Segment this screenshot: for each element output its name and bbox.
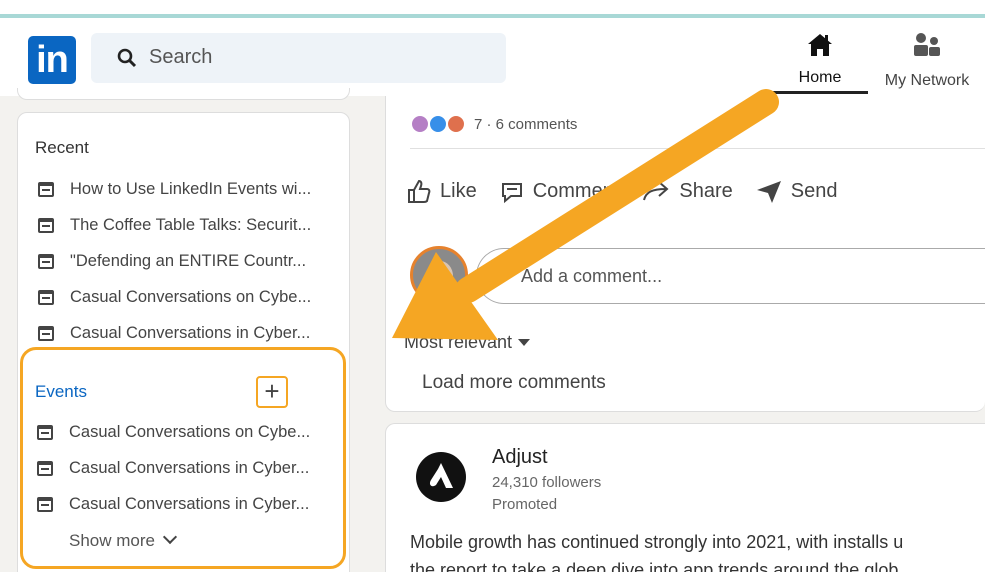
- calendar-icon: [37, 424, 53, 440]
- send-icon: [756, 181, 781, 203]
- like-button[interactable]: Like: [406, 178, 477, 204]
- post-actions: Like Comment Share Send: [406, 178, 860, 204]
- event-item-label: Casual Conversations in Cyber...: [69, 494, 310, 513]
- recent-item-label: "Defending an ENTIRE Countr...: [70, 251, 307, 270]
- home-icon: [808, 34, 832, 56]
- divider: [410, 148, 985, 149]
- ad-text: Mobile growth has continued strongly int…: [410, 532, 904, 552]
- stripe-line: [0, 14, 985, 18]
- list-item[interactable]: Casual Conversations in Cyber...: [37, 450, 337, 486]
- comment-icon: [501, 183, 522, 204]
- show-more-label: Show more: [69, 531, 155, 550]
- search-icon: [117, 48, 137, 68]
- avatar-body: [419, 289, 463, 301]
- recent-item-label: Casual Conversations in Cyber...: [70, 323, 311, 342]
- calendar-icon: [38, 217, 54, 233]
- recent-item-label: Casual Conversations on Cybe...: [70, 287, 312, 306]
- ad-text-line2: the report to take a deep dive into app …: [410, 560, 899, 572]
- calendar-icon: [37, 460, 53, 476]
- add-event-button[interactable]: +: [256, 376, 288, 408]
- caret-down-icon: [518, 339, 531, 346]
- list-item[interactable]: Casual Conversations on Cybe...: [37, 414, 337, 450]
- search-placeholder: Search: [149, 46, 213, 68]
- calendar-icon: [37, 496, 53, 512]
- linkedin-logo[interactable]: in: [28, 36, 76, 84]
- insightful-reaction-icon: [410, 114, 430, 134]
- comment-placeholder: Add a comment...: [521, 266, 663, 286]
- list-item[interactable]: Casual Conversations in Cyber...: [37, 486, 337, 522]
- avatar-face: [427, 261, 453, 291]
- adjust-logo-mark: [429, 463, 453, 488]
- nav-home-label: Home: [798, 69, 842, 86]
- reactions-summary[interactable]: 7 · 6 comments: [410, 114, 577, 134]
- events-list: Casual Conversations on Cybe... Casual C…: [37, 414, 337, 522]
- search-input[interactable]: Search: [91, 33, 506, 83]
- like-reaction-icon: [428, 114, 448, 134]
- ad-card: Adjust 24,310 followers Promoted Mobile …: [385, 423, 985, 572]
- list-item[interactable]: The Coffee Table Talks: Securit...: [38, 207, 348, 243]
- sort-dropdown[interactable]: Most relevant: [404, 332, 531, 353]
- post-card: 7 · 6 comments Like Comment Share Send A…: [385, 96, 985, 412]
- avatar[interactable]: [410, 246, 468, 304]
- promoted-label: Promoted: [492, 496, 558, 513]
- list-item[interactable]: Casual Conversations on Cybe...: [38, 279, 348, 315]
- list-item[interactable]: Casual Conversations in Cyber...: [38, 315, 348, 351]
- comment-input[interactable]: Add a comment...: [476, 248, 985, 304]
- calendar-icon: [38, 325, 54, 341]
- share-label: Share: [679, 179, 733, 202]
- adjust-logo[interactable]: [416, 452, 466, 502]
- show-more-button[interactable]: Show more: [69, 529, 178, 551]
- profile-card-bottom: [17, 88, 350, 100]
- sort-label: Most relevant: [404, 332, 513, 352]
- recent-list: How to Use LinkedIn Events wi... The Cof…: [38, 171, 348, 351]
- list-item[interactable]: How to Use LinkedIn Events wi...: [38, 171, 348, 207]
- nav-my-network[interactable]: My Network: [872, 28, 982, 94]
- comment-button[interactable]: Comment: [499, 178, 620, 204]
- calendar-icon: [38, 181, 54, 197]
- share-button[interactable]: Share: [641, 178, 733, 204]
- advertiser-name[interactable]: Adjust: [492, 446, 548, 469]
- top-navbar: in Search Home My Network: [0, 22, 985, 96]
- recent-item-label: The Coffee Table Talks: Securit...: [70, 215, 312, 234]
- reaction-count: 7 · 6 comments: [474, 115, 578, 133]
- event-item-label: Casual Conversations in Cyber...: [69, 458, 310, 477]
- network-icon: [914, 33, 940, 56]
- like-label: Like: [440, 179, 477, 202]
- nav-home[interactable]: Home: [772, 28, 868, 94]
- send-label: Send: [790, 179, 838, 202]
- send-button[interactable]: Send: [755, 178, 838, 204]
- follower-count: 24,310 followers: [492, 474, 602, 491]
- thumbs-up-icon: [408, 179, 431, 203]
- calendar-icon: [38, 253, 54, 269]
- recent-item-label: How to Use LinkedIn Events wi...: [70, 179, 312, 198]
- comment-label: Comment: [532, 179, 620, 202]
- nav-my-network-label: My Network: [884, 72, 970, 89]
- load-more-comments-button[interactable]: Load more comments: [422, 372, 606, 394]
- love-reaction-icon: [446, 114, 466, 134]
- chevron-down-icon: [162, 529, 178, 545]
- events-title[interactable]: Events: [35, 382, 87, 402]
- recent-title: Recent: [35, 138, 89, 157]
- calendar-icon: [38, 289, 54, 305]
- top-stripe: [0, 0, 985, 22]
- event-item-label: Casual Conversations on Cybe...: [69, 422, 311, 441]
- list-item[interactable]: "Defending an ENTIRE Countr...: [38, 243, 348, 279]
- share-arrow-icon: [643, 181, 669, 201]
